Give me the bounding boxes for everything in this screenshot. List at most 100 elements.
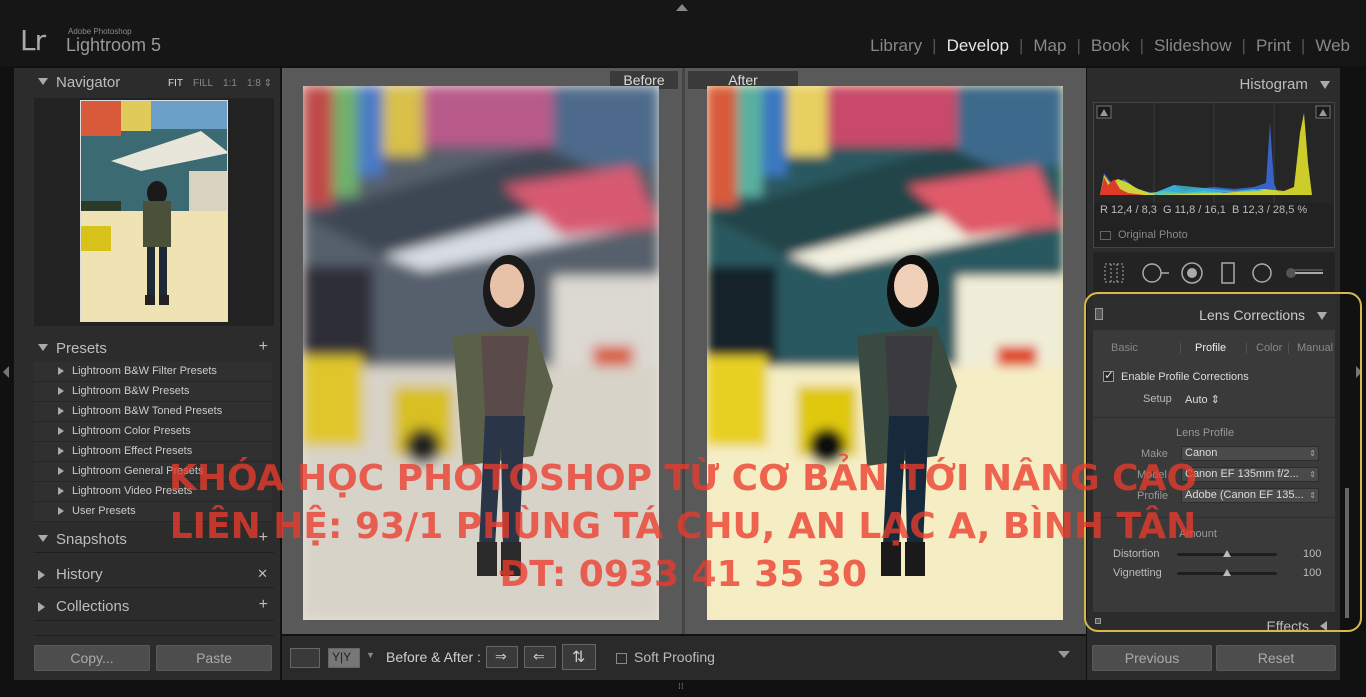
add-snapshot-icon[interactable]: + (259, 529, 268, 547)
histogram-header[interactable]: Histogram (1239, 76, 1330, 93)
tab-basic[interactable]: Basic (1111, 342, 1138, 354)
tab-color[interactable]: Color (1256, 342, 1282, 354)
model-select[interactable]: Canon EF 135mm f/2... ⇕ (1181, 467, 1319, 482)
right-scrollbar[interactable] (1345, 488, 1349, 618)
histogram-title: Histogram (1239, 76, 1308, 93)
divider (34, 587, 274, 588)
view-mode-dropdown-icon[interactable]: ▼ (366, 650, 375, 660)
arrow-right-icon: ⇒ (495, 648, 507, 664)
effects-header[interactable]: Effects (1093, 616, 1335, 636)
crop-overlay-icon[interactable] (1103, 262, 1125, 284)
snapshots-header[interactable]: Snapshots + (14, 527, 280, 553)
loupe-view-button[interactable] (290, 648, 320, 668)
preset-folder-label: User Presets (72, 505, 136, 517)
panel-switch-icon[interactable] (1095, 308, 1103, 320)
before-after-view-button[interactable]: Y|Y (328, 648, 360, 668)
develop-toolbar: Y|Y ▼ Before & After : ⇒ ⇐ ⇅ Soft Proofi… (282, 636, 1086, 680)
percent-sign: % (1297, 204, 1308, 216)
make-value: Canon (1185, 447, 1218, 459)
previous-button[interactable]: Previous (1092, 645, 1212, 671)
zoom-fill[interactable]: FILL (193, 78, 213, 89)
module-slideshow[interactable]: Slideshow (1144, 36, 1242, 56)
soft-proofing-checkbox[interactable] (616, 653, 627, 664)
collapse-right-arrow-icon[interactable] (1356, 366, 1362, 378)
clear-history-icon[interactable]: ✕ (257, 566, 268, 582)
navigator-preview[interactable] (34, 98, 274, 326)
preset-folder[interactable]: Lightroom B&W Filter Presets (34, 362, 272, 382)
copy-before-to-after-button[interactable]: ⇒ (486, 646, 518, 668)
module-print[interactable]: Print (1246, 36, 1301, 56)
copy-after-to-before-button[interactable]: ⇐ (524, 646, 556, 668)
navigator-zoom-options: FIT FILL 1:1 1:8 ⇕ (168, 78, 272, 89)
preset-folder[interactable]: Lightroom B&W Presets (34, 382, 272, 402)
panel-switch-icon[interactable] (1095, 618, 1101, 624)
preset-folder[interactable]: Lightroom Color Presets (34, 422, 272, 442)
select-arrows-icon: ⇕ (1309, 449, 1316, 458)
reset-button[interactable]: Reset (1216, 645, 1336, 671)
history-title: History (56, 566, 103, 583)
module-map[interactable]: Map (1023, 36, 1076, 56)
bottom-bar: ⁞⁞ (0, 680, 1366, 697)
zoom-1-1[interactable]: 1:1 (223, 78, 237, 89)
zoom-fit[interactable]: FIT (168, 78, 183, 89)
zoom-custom[interactable]: 1:8 ⇕ (247, 78, 272, 89)
module-library[interactable]: Library (860, 36, 932, 56)
graduated-filter-icon[interactable] (1217, 262, 1239, 284)
before-photo[interactable] (303, 86, 659, 620)
g-value: 11,8 / 16,1 (1174, 204, 1226, 216)
collapse-top-arrow-icon[interactable] (676, 4, 688, 11)
collections-header[interactable]: Collections + (14, 594, 280, 620)
preset-folder[interactable]: Lightroom Video Presets (34, 482, 272, 502)
copy-button[interactable]: Copy... (34, 645, 150, 671)
red-eye-icon[interactable] (1181, 262, 1203, 284)
top-bar: Lr Adobe Photoshop Lightroom 5 Library | … (0, 0, 1366, 66)
radial-filter-icon[interactable] (1251, 262, 1273, 284)
collapse-left-arrow-icon[interactable] (3, 366, 9, 378)
lens-corrections-header[interactable]: Lens Corrections (1093, 300, 1335, 330)
spot-removal-icon[interactable] (1141, 262, 1171, 284)
module-develop[interactable]: Develop (937, 36, 1019, 56)
enable-profile-checkbox[interactable]: ✓ (1103, 368, 1114, 382)
make-select[interactable]: Canon ⇕ (1181, 446, 1319, 461)
folder-triangle-icon (58, 407, 64, 415)
module-web[interactable]: Web (1305, 36, 1350, 56)
after-photo-image (707, 86, 1063, 620)
model-value: Canon EF 135mm f/2... (1185, 468, 1299, 480)
add-collection-icon[interactable]: + (259, 596, 268, 614)
profile-label: Profile (1137, 490, 1169, 502)
preset-folder[interactable]: Lightroom General Presets (34, 462, 272, 482)
presets-header[interactable]: Presets + (14, 336, 280, 362)
paste-button[interactable]: Paste (156, 645, 272, 671)
toolbar-menu-icon[interactable] (1058, 651, 1070, 658)
tab-manual[interactable]: Manual (1297, 342, 1333, 354)
distortion-slider-knob[interactable] (1223, 550, 1231, 557)
tab-profile[interactable]: Profile (1195, 342, 1226, 354)
add-preset-icon[interactable]: + (259, 338, 268, 356)
histogram[interactable]: R 12,4 / 8,3 G 11,8 / 16,1 B 12,3 / 28,5… (1093, 102, 1335, 248)
navigator-header[interactable]: Navigator FIT FILL 1:1 1:8 ⇕ (14, 70, 280, 96)
preset-folder-label: Lightroom Video Presets (72, 485, 193, 497)
left-panel: Navigator FIT FILL 1:1 1:8 ⇕ Presets + L… (14, 68, 280, 680)
collapse-triangle-icon (1317, 312, 1327, 320)
preset-folder[interactable]: Lightroom Effect Presets (34, 442, 272, 462)
preset-folder[interactable]: Lightroom B&W Toned Presets (34, 402, 272, 422)
module-picker: Library | Develop | Map | Book | Slideshow | … (860, 36, 1350, 56)
swap-before-after-button[interactable]: ⇅ (562, 644, 596, 670)
setup-select[interactable]: Auto ⇕ (1185, 393, 1220, 406)
after-photo[interactable] (707, 86, 1063, 620)
expand-triangle-icon (1320, 81, 1330, 90)
filmstrip-grip-icon[interactable]: ⁞⁞ (678, 682, 684, 692)
module-book[interactable]: Book (1081, 36, 1140, 56)
adjustment-brush-icon[interactable] (1283, 262, 1325, 284)
folder-triangle-icon (58, 507, 64, 515)
vignetting-slider-knob[interactable] (1223, 569, 1231, 576)
distortion-value[interactable]: 100 (1303, 548, 1321, 560)
original-photo-checkbox[interactable] (1100, 231, 1111, 240)
divider (34, 635, 274, 636)
navigator-thumbnail[interactable] (80, 100, 228, 322)
vignetting-value[interactable]: 100 (1303, 567, 1321, 579)
profile-select[interactable]: Adobe (Canon EF 135... ⇕ (1181, 488, 1319, 503)
right-panel: Histogram R 12,4 / 8,3 G 11,8 / 16,1 B 1… (1087, 68, 1349, 680)
history-header[interactable]: History ✕ (14, 562, 280, 588)
preset-folder[interactable]: User Presets (34, 502, 272, 522)
